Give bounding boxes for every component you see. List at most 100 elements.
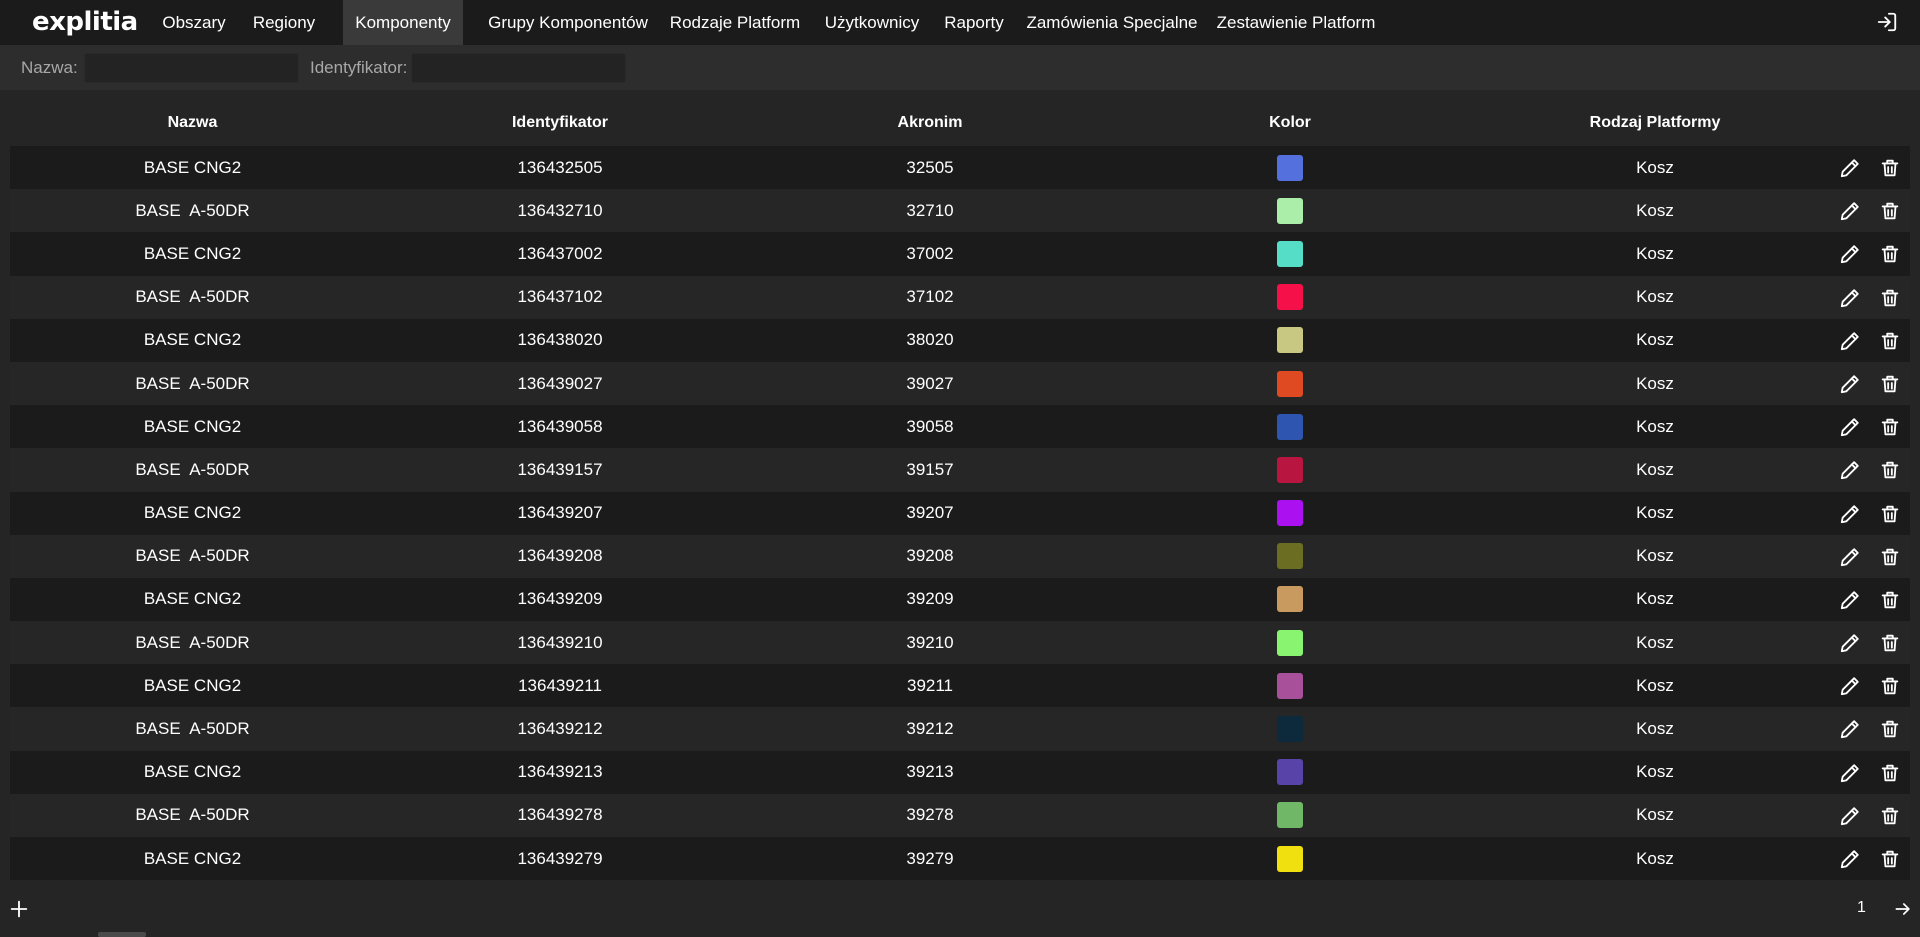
table-row[interactable]: BASE CNG2 136439209 39209 Kosz xyxy=(10,577,1910,622)
cell-nazwa: BASE A-50DR xyxy=(135,719,250,739)
id-filter-label: Identyfikator: xyxy=(310,58,408,77)
column-header-akronim[interactable]: Akronim xyxy=(745,102,1115,144)
cell-akronim: 38020 xyxy=(906,330,954,350)
trash-icon[interactable] xyxy=(1879,503,1901,525)
name-filter-input[interactable] xyxy=(84,53,299,83)
horizontal-scrollbar[interactable] xyxy=(98,932,146,937)
cell-rodzaj-platformy: Kosz xyxy=(1636,200,1674,220)
trash-icon[interactable] xyxy=(1879,805,1901,827)
cell-akronim: 39212 xyxy=(906,719,954,739)
color-swatch xyxy=(1277,845,1303,872)
nav-item-zamowienia-specjalne[interactable]: Zamówienia Specjalne xyxy=(1024,0,1200,45)
top-navbar: explitia Obszary Regiony Komponenty Grup… xyxy=(0,0,1920,45)
trash-icon[interactable] xyxy=(1879,373,1901,395)
table-row[interactable]: BASE A-50DR 136437102 37102 Kosz xyxy=(10,275,1910,319)
pencil-icon[interactable] xyxy=(1839,459,1861,481)
pencil-icon[interactable] xyxy=(1839,200,1861,222)
table-row[interactable]: BASE CNG2 136438020 38020 Kosz xyxy=(10,318,1910,362)
table-row[interactable]: BASE A-50DR 136439278 39278 Kosz xyxy=(10,793,1910,837)
nav-item-raporty[interactable]: Raporty xyxy=(938,0,1010,45)
cell-nazwa: BASE A-50DR xyxy=(135,459,250,479)
cell-akronim: 39279 xyxy=(906,848,954,868)
pencil-icon[interactable] xyxy=(1839,287,1861,309)
trash-icon[interactable] xyxy=(1879,287,1901,309)
color-swatch xyxy=(1277,629,1303,656)
cell-rodzaj-platformy: Kosz xyxy=(1636,416,1674,436)
pencil-icon[interactable] xyxy=(1839,330,1861,352)
column-header-kolor[interactable]: Kolor xyxy=(1115,102,1465,144)
table-row[interactable]: BASE CNG2 136439213 39213 Kosz xyxy=(10,750,1910,794)
pencil-icon[interactable] xyxy=(1839,675,1861,697)
table-row[interactable]: BASE A-50DR 136439027 39027 Kosz xyxy=(10,361,1910,406)
pencil-icon[interactable] xyxy=(1839,546,1861,568)
nav-item-uzytkownicy[interactable]: Użytkownicy xyxy=(816,0,928,45)
cell-akronim: 39210 xyxy=(906,632,954,652)
pencil-icon[interactable] xyxy=(1839,373,1861,395)
cell-nazwa: BASE A-50DR xyxy=(135,805,250,825)
cell-kolor xyxy=(1115,837,1465,880)
trash-icon[interactable] xyxy=(1879,243,1901,265)
table-row[interactable]: BASE CNG2 136439058 39058 Kosz xyxy=(10,405,1910,449)
table-row[interactable]: BASE A-50DR 136439157 39157 Kosz xyxy=(10,448,1910,492)
pencil-icon[interactable] xyxy=(1839,243,1861,265)
trash-icon[interactable] xyxy=(1879,546,1901,568)
pencil-icon[interactable] xyxy=(1839,589,1861,611)
table-row[interactable]: BASE A-50DR 136439210 39210 Kosz xyxy=(10,621,1910,665)
trash-icon[interactable] xyxy=(1879,416,1901,438)
page-number[interactable]: 1 xyxy=(1857,899,1866,917)
id-filter-input[interactable] xyxy=(411,53,626,83)
cell-nazwa: BASE A-50DR xyxy=(135,373,250,393)
cell-identyfikator: 136439279 xyxy=(517,848,603,868)
trash-icon[interactable] xyxy=(1879,675,1901,697)
nav-item-grupy-komponentow[interactable]: Grupy Komponentów xyxy=(478,0,658,45)
cell-akronim: 39207 xyxy=(906,503,954,523)
table-row[interactable]: BASE CNG2 136437002 37002 Kosz xyxy=(10,232,1910,276)
cell-kolor xyxy=(1115,707,1465,750)
table-row[interactable]: BASE A-50DR 136439208 39208 Kosz xyxy=(10,534,1910,578)
table-row[interactable]: BASE A-50DR 136432710 32710 Kosz xyxy=(10,189,1910,233)
pencil-icon[interactable] xyxy=(1839,718,1861,740)
table-row[interactable]: BASE CNG2 136439279 39279 Kosz xyxy=(10,837,1910,881)
trash-icon[interactable] xyxy=(1879,718,1901,740)
next-page-icon[interactable] xyxy=(1893,899,1913,919)
nav-item-obszary[interactable]: Obszary xyxy=(150,0,238,45)
table-row[interactable]: BASE CNG2 136439207 39207 Kosz xyxy=(10,491,1910,535)
nav-item-zestawienie-platform[interactable]: Zestawienie Platform xyxy=(1214,0,1378,45)
cell-nazwa: BASE CNG2 xyxy=(143,157,242,177)
table-row[interactable]: BASE CNG2 136439211 39211 Kosz xyxy=(10,664,1910,708)
cell-kolor xyxy=(1115,664,1465,707)
cell-identyfikator: 136439213 xyxy=(517,762,603,782)
nav-item-rodzaje-platform[interactable]: Rodzaje Platform xyxy=(664,0,806,45)
add-icon[interactable] xyxy=(8,898,30,920)
trash-icon[interactable] xyxy=(1879,157,1901,179)
column-header-rodzaj-platformy[interactable]: Rodzaj Platformy xyxy=(1465,102,1845,144)
pencil-icon[interactable] xyxy=(1839,762,1861,784)
trash-icon[interactable] xyxy=(1879,459,1901,481)
trash-icon[interactable] xyxy=(1879,200,1901,222)
pencil-icon[interactable] xyxy=(1839,848,1861,870)
pencil-icon[interactable] xyxy=(1839,805,1861,827)
cell-rodzaj-platformy: Kosz xyxy=(1636,589,1674,609)
pencil-icon[interactable] xyxy=(1839,416,1861,438)
nav-item-regiony[interactable]: Regiony xyxy=(240,0,328,45)
color-swatch xyxy=(1277,154,1303,181)
trash-icon[interactable] xyxy=(1879,632,1901,654)
cell-nazwa: BASE CNG2 xyxy=(143,330,242,350)
color-swatch xyxy=(1277,586,1303,613)
column-header-nazwa[interactable]: Nazwa xyxy=(10,102,375,144)
pencil-icon[interactable] xyxy=(1839,157,1861,179)
table-row[interactable]: BASE A-50DR 136439212 39212 Kosz xyxy=(10,707,1910,751)
trash-icon[interactable] xyxy=(1879,848,1901,870)
cell-identyfikator: 136437102 xyxy=(517,287,603,307)
cell-identyfikator: 136439208 xyxy=(517,546,603,566)
color-swatch xyxy=(1277,802,1303,829)
trash-icon[interactable] xyxy=(1879,762,1901,784)
pencil-icon[interactable] xyxy=(1839,632,1861,654)
logout-icon[interactable] xyxy=(1876,11,1898,33)
trash-icon[interactable] xyxy=(1879,330,1901,352)
table-row[interactable]: BASE CNG2 136432505 32505 Kosz xyxy=(10,146,1910,190)
column-header-identyfikator[interactable]: Identyfikator xyxy=(375,102,745,144)
nav-item-komponenty[interactable]: Komponenty xyxy=(343,0,463,45)
pencil-icon[interactable] xyxy=(1839,503,1861,525)
trash-icon[interactable] xyxy=(1879,589,1901,611)
